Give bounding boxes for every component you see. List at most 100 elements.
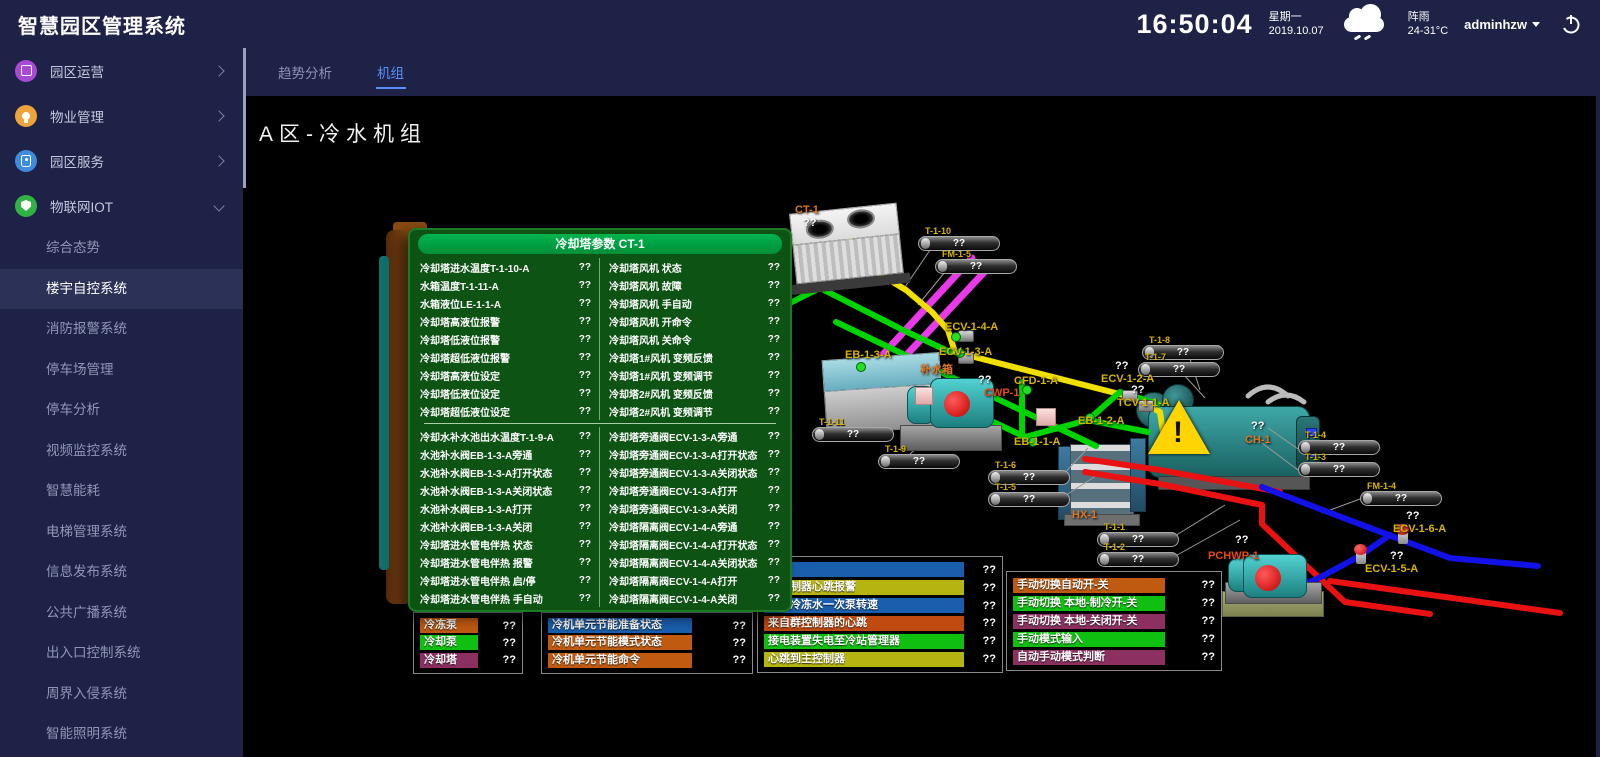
iot-shield-icon [15,195,37,217]
status-dot [951,332,961,342]
property-management-icon [15,105,37,127]
scrollbar[interactable] [243,48,246,188]
param-value: ?? [579,370,591,381]
param-label: 水箱液位LE-1-1-A [420,296,501,311]
sidebar: 园区运营物业管理园区服务物联网IOT综合态势楼宇自控系统消防报警系统停车场管理停… [0,48,243,757]
section-divider [424,423,776,424]
park-operation-icon [15,60,37,82]
param-label: 冷却塔进水管电伴热 状态 [420,537,533,552]
sidebar-subitem[interactable]: 楼宇自控系统 [0,269,243,310]
sidebar-subitem[interactable]: 电梯管理系统 [0,512,243,553]
sidebar-item-park-service[interactable]: 园区服务 [0,138,243,183]
indicator-row[interactable]: 手动切换 本地-制冷开-关?? [1013,596,1215,611]
sidebar-item-park-operation[interactable]: 园区运营 [0,48,243,93]
equipment-label: ECV-1-5-A [1365,563,1418,575]
sidebar-subitem[interactable]: 周界入侵系统 [0,674,243,715]
sidebar-item-iot-shield[interactable]: 物联网IOT [0,183,243,228]
indicator-value: ?? [1202,597,1215,609]
indicator-chip[interactable]: 手动切换自动开-关 [1013,578,1165,593]
indicator-row[interactable]: 手动模式输入?? [1013,632,1215,647]
sidebar-subitem[interactable]: 视频监控系统 [0,431,243,472]
sidebar-subitem[interactable]: 信息发布系统 [0,552,243,593]
username: adminhzw [1464,17,1527,32]
param-value: ?? [579,557,591,568]
param-row: 冷却塔进水管电伴热 手自动?? [420,589,591,607]
sidebar-subitem[interactable]: 停车分析 [0,390,243,431]
indicator-value: ?? [983,582,996,594]
pchwp-pump-knob [1255,565,1281,591]
indicator-value: ?? [983,564,996,576]
param-row: 冷却塔风机 关命令?? [609,330,780,348]
param-value: ?? [579,485,591,496]
equipment-label: TCV-1-1-A [1117,397,1170,409]
sensor-value: ?? [1299,463,1379,476]
sidebar-subitem[interactable]: 停车场管理 [0,350,243,391]
sensor-label: T-1-10 [925,226,951,236]
indicator-chip[interactable]: 手动切换 本地-关闭开-关 [1013,614,1165,629]
equipment-label: ECV-1-2-A [1101,373,1154,385]
param-row: 水池补水阀EB-1-3-A旁通?? [420,445,591,463]
param-label: 冷却塔进水管电伴热 手自动 [420,591,543,606]
equipment-label: HX-1 [1072,509,1097,521]
param-value: ?? [768,298,780,309]
tab-趋势分析[interactable]: 趋势分析 [278,48,332,96]
app-title: 智慧园区管理系统 [18,10,186,39]
sidebar-item-property-management[interactable]: 物业管理 [0,93,243,138]
param-value: ?? [768,575,780,586]
param-row: 水箱液位LE-1-1-A?? [420,294,591,312]
param-row: 冷却塔超低液位设定?? [420,402,591,420]
sidebar-subitem[interactable]: 智能照明系统 [0,714,243,755]
sidebar-subitem[interactable]: 出入口控制系统 [0,633,243,674]
clock: 16:50:04 [1137,9,1253,40]
sensor-value: ?? [936,260,1016,273]
power-button[interactable] [1560,13,1582,35]
indicator-chip: 冷却塔 [420,653,478,668]
param-panel-title: 冷却塔参数 CT-1 [418,234,782,254]
indicator-chip[interactable]: 手动切换 本地-制冷开-关 [1013,596,1165,611]
param-row: 冷却塔旁通阀ECV-1-3-A关闭?? [609,499,780,517]
equipment-value: ?? [1406,510,1419,522]
indicator-row[interactable]: 手动切换自动开-关?? [1013,578,1215,593]
indicator-row: 冷机单元节能命令?? [548,653,746,668]
indicator-chip: 冷机单元节能模式状态 [548,635,692,650]
indicator-value: ?? [983,653,996,665]
param-label: 冷却塔旁通阀ECV-1-3-A关闭状态 [609,465,757,480]
tab-机组[interactable]: 机组 [377,48,404,96]
param-row: 冷却塔旁通阀ECV-1-3-A旁通?? [609,427,780,445]
param-value: ?? [579,280,591,291]
indicator-chip[interactable]: 自动手动模式判断 [1013,650,1165,665]
sidebar-subitem[interactable]: 公共广播系统 [0,593,243,634]
param-value: ?? [579,467,591,478]
param-row: 冷却塔风机 开命令?? [609,312,780,330]
param-label: 冷却塔2#风机 变频反馈 [609,386,713,401]
chevron-down-icon [213,200,224,211]
indicator-row[interactable]: 手动切换 本地-关闭开-关?? [1013,614,1215,629]
stacked-panel-edge[interactable] [379,256,389,570]
sensor-gauge-T-1-3: T-1-3?? [1298,462,1380,477]
param-label: 水池补水阀EB-1-3-A关闭 [420,519,532,534]
param-row: 冷却塔低液位报警?? [420,330,591,348]
indicator-row[interactable]: 自动手动模式判断?? [1013,650,1215,665]
param-value: ?? [579,316,591,327]
equipment-value: ?? [1390,550,1403,562]
param-value: ?? [768,406,780,417]
indicator-chip[interactable]: 手动模式输入 [1013,632,1165,647]
indicator-value: ?? [1202,633,1215,645]
sensor-gauge-T-1-11: T-1-11?? [812,427,894,442]
sidebar-subitem[interactable]: 智慧能耗 [0,471,243,512]
sidebar-item-label: 园区运营 [50,61,104,81]
sensor-gauge-T-1-2: T-1-2?? [1097,552,1179,567]
indicator-chip: 冷冻泵 [420,618,478,633]
sidebar-subitem[interactable]: 消防报警系统 [0,309,243,350]
param-value: ?? [579,593,591,604]
sensor-label: FM-1-4 [1367,481,1396,491]
param-section: 冷却塔进水温度T-1-10-A??水箱温度T-1-11-A??水箱液位LE-1-… [410,257,790,420]
indicator-row: 心跳到主控制器?? [764,652,996,667]
equipment-label: 补水箱 [920,361,953,377]
user-menu[interactable]: adminhzw [1464,17,1540,32]
param-value: ?? [768,334,780,345]
sidebar-subitem[interactable]: 综合态势 [0,228,243,269]
indicator-chip: 来自群控制器的心跳 [764,616,964,631]
param-row: 冷却塔超低液位报警?? [420,348,591,366]
param-row: 冷却塔旁通阀ECV-1-3-A关闭状态?? [609,463,780,481]
